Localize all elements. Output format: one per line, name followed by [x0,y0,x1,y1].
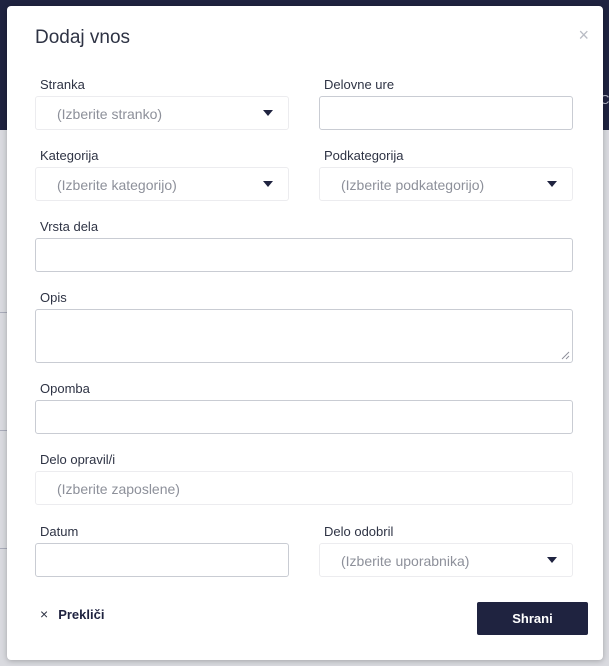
work-type-label: Vrsta dela [40,219,99,234]
client-select-placeholder: (Izberite stranko) [57,106,163,122]
description-textarea[interactable] [35,309,573,363]
work-type-input[interactable] [35,238,573,272]
category-select-placeholder: (Izberite kategorijo) [57,177,177,193]
performed-by-placeholder: (Izberite zaposlene) [57,481,180,497]
cancel-button-label: Prekliči [58,606,105,622]
approved-by-select[interactable]: (Izberite uporabnika) [319,543,573,577]
description-label: Opis [40,290,67,305]
modal-title: Dodaj vnos [35,27,131,48]
work-hours-label: Delovne ure [324,77,395,92]
note-label: Opomba [40,381,90,396]
approved-by-label: Delo odobril [324,524,394,539]
close-icon: × [40,606,49,622]
category-label: Kategorija [40,148,99,163]
caret-down-icon [263,181,273,187]
category-select[interactable]: (Izberite kategorijo) [35,167,289,201]
subcategory-select[interactable]: (Izberite podkategorijo) [319,167,573,201]
client-select[interactable]: (Izberite stranko) [35,96,289,130]
performed-by-label: Delo opravil/i [40,452,116,467]
date-input[interactable] [35,543,289,577]
work-hours-input[interactable] [319,96,573,130]
save-button[interactable]: Shrani [477,602,588,635]
approved-by-placeholder: (Izberite uporabnika) [341,553,470,569]
caret-down-icon [547,557,557,563]
resize-handle-icon[interactable] [561,351,570,360]
close-icon[interactable]: × [578,26,589,44]
client-label: Stranka [40,77,85,92]
subcategory-label: Podkategorija [324,148,404,163]
caret-down-icon [263,110,273,116]
note-input[interactable] [35,400,573,434]
cancel-button[interactable]: × Prekliči [40,606,104,622]
caret-down-icon [547,181,557,187]
date-label: Datum [40,524,79,539]
subcategory-select-placeholder: (Izberite podkategorijo) [341,177,485,193]
add-entry-modal: Dodaj vnos × Stranka (Izberite stranko) … [7,6,603,660]
performed-by-select[interactable]: (Izberite zaposlene) [35,471,573,505]
